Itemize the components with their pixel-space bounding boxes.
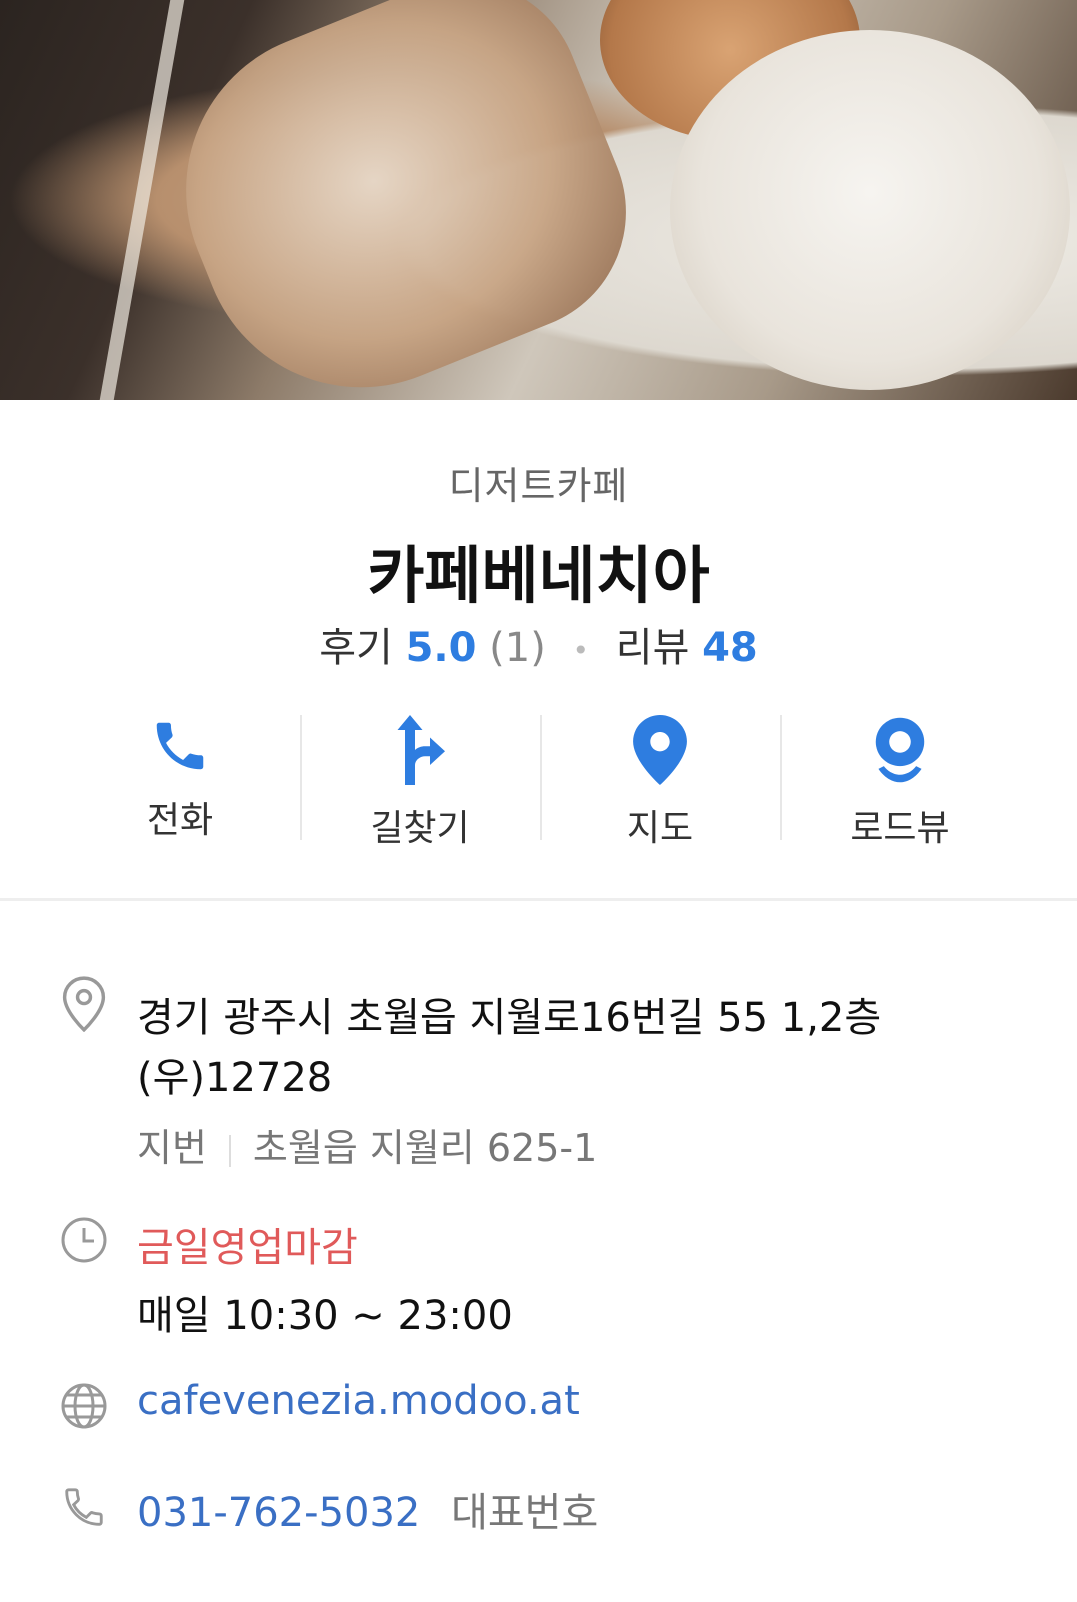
blog-review-label: 리뷰 (615, 625, 690, 671)
roadview-label: 로드뷰 (850, 808, 950, 849)
phone-number-link[interactable]: 031-762-5032 (137, 1490, 420, 1536)
phone-row: 031-762-5032 대표번호 (137, 1480, 598, 1538)
photo-bun-shape (670, 30, 1070, 390)
clock-icon (58, 1214, 110, 1266)
review-label: 후기 (319, 625, 393, 671)
location-pin-icon (58, 976, 110, 1032)
place-category: 디저트카페 (448, 464, 629, 508)
map-pin-icon (625, 715, 695, 785)
phone-note: 대표번호 (451, 1490, 599, 1536)
address-line: 경기 광주시 초월읍 지월로16번길 55 1,2층 (137, 995, 882, 1041)
roadview-icon (865, 715, 935, 785)
directions-label: 길찾기 (370, 808, 470, 849)
map-label: 지도 (626, 808, 694, 849)
review-score[interactable]: 5.0 (406, 625, 477, 671)
call-button[interactable]: 전화 (60, 715, 300, 841)
jibun-address: 지번 초월읍 지월리 625-1 (137, 1117, 597, 1172)
place-title: 카페베네치아 (367, 539, 710, 612)
section-divider (0, 898, 1077, 901)
phone-icon (145, 715, 215, 777)
jibun-value: 초월읍 지월리 625-1 (252, 1126, 598, 1170)
business-hours: 매일 10:30 ~ 23:00 (137, 1293, 513, 1339)
postal-code: (우)12728 (137, 1055, 333, 1101)
jibun-separator (228, 1134, 231, 1167)
roadview-button[interactable]: 로드뷰 (780, 715, 1020, 849)
globe-icon (58, 1380, 110, 1432)
review-count: (1) (489, 625, 546, 671)
business-status: 금일영업마감 (137, 1225, 358, 1271)
directions-icon (385, 715, 455, 785)
jibun-label: 지번 (137, 1126, 207, 1170)
website-link[interactable]: cafevenezia.modoo.at (137, 1378, 580, 1424)
blog-review-count[interactable]: 48 (702, 625, 758, 671)
action-bar: 전화 길찾기 지도 로드뷰 (60, 715, 1020, 849)
call-label: 전화 (146, 800, 214, 841)
directions-button[interactable]: 길찾기 (300, 715, 540, 849)
map-button[interactable]: 지도 (540, 715, 780, 849)
place-photo[interactable] (0, 0, 1077, 400)
phone-outline-icon (58, 1481, 110, 1533)
rating-summary: 후기 5.0 (1) • 리뷰 48 (0, 615, 1077, 673)
separator-dot: • (572, 633, 590, 667)
